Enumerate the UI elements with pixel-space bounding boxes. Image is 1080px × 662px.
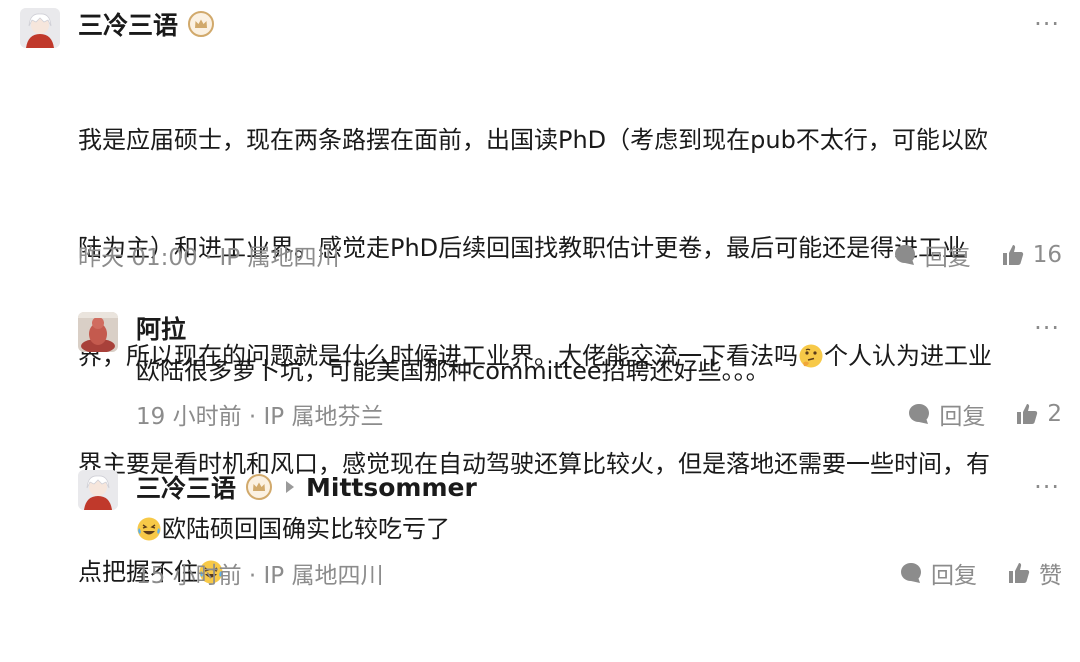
reply-button[interactable]: 回复 — [907, 397, 985, 431]
thinking-face-emoji — [798, 343, 824, 369]
reply-arrow-icon — [286, 481, 295, 493]
crown-badge-icon — [188, 11, 215, 37]
comment-bubble-icon — [909, 404, 930, 424]
comment-meta: 15 小时前 · IP 属地四川 — [136, 563, 384, 589]
more-options-icon[interactable]: ··· — [1034, 10, 1060, 38]
like-label: 赞 — [1039, 563, 1062, 589]
thumbs-up-icon — [1009, 563, 1030, 583]
reply-label: 回复 — [924, 245, 971, 271]
crown-badge-icon — [246, 474, 273, 500]
more-options-icon[interactable]: ··· — [1034, 314, 1060, 342]
like-count: 16 — [1032, 242, 1062, 268]
comment-text: 欧陆很多萝卜坑，可能美国那种committee招聘还好些。。。 — [136, 357, 770, 385]
comment-text: 欧陆硕回国确实比较吃亏了 — [136, 511, 450, 547]
author-name[interactable]: 三冷三语 — [136, 469, 236, 505]
author-name[interactable]: 阿拉 — [136, 310, 186, 346]
comment-text-segment: 个人认为进工业 — [824, 342, 992, 370]
avatar[interactable] — [78, 312, 118, 352]
like-button[interactable]: 2 — [1015, 401, 1062, 427]
comment-meta: 昨天 01:00 · IP 属地四川 — [78, 245, 340, 271]
comment-text-line: 我是应届硕士，现在两条路摆在面前，出国读PhD（考虑到现在pub不太行，可能以欧 — [78, 126, 988, 154]
author-name[interactable]: 三冷三语 — [78, 6, 178, 42]
thumbs-up-icon — [1002, 245, 1023, 265]
reply-label: 回复 — [931, 563, 977, 589]
like-button[interactable]: 16 — [1001, 242, 1062, 268]
avatar[interactable] — [20, 8, 60, 48]
reply-label: 回复 — [939, 404, 986, 430]
laughing-tears-emoji — [136, 516, 162, 542]
comment-bubble-icon — [901, 563, 921, 583]
like-count: 2 — [1047, 401, 1062, 427]
comment-meta: 19 小时前 · IP 属地芬兰 — [136, 404, 384, 430]
comment-text-segment: 欧陆硕回国确实比较吃亏了 — [162, 515, 450, 543]
more-options-icon[interactable]: ··· — [1034, 473, 1060, 501]
comment-bubble-icon — [894, 245, 915, 265]
like-button[interactable]: 赞 — [1007, 556, 1062, 590]
reply-button[interactable]: 回复 — [893, 238, 971, 272]
reply-button[interactable]: 回复 — [899, 556, 977, 590]
reply-to-name[interactable]: Mittsommer — [306, 473, 477, 502]
thumbs-up-icon — [1017, 404, 1038, 424]
avatar[interactable] — [78, 470, 118, 510]
